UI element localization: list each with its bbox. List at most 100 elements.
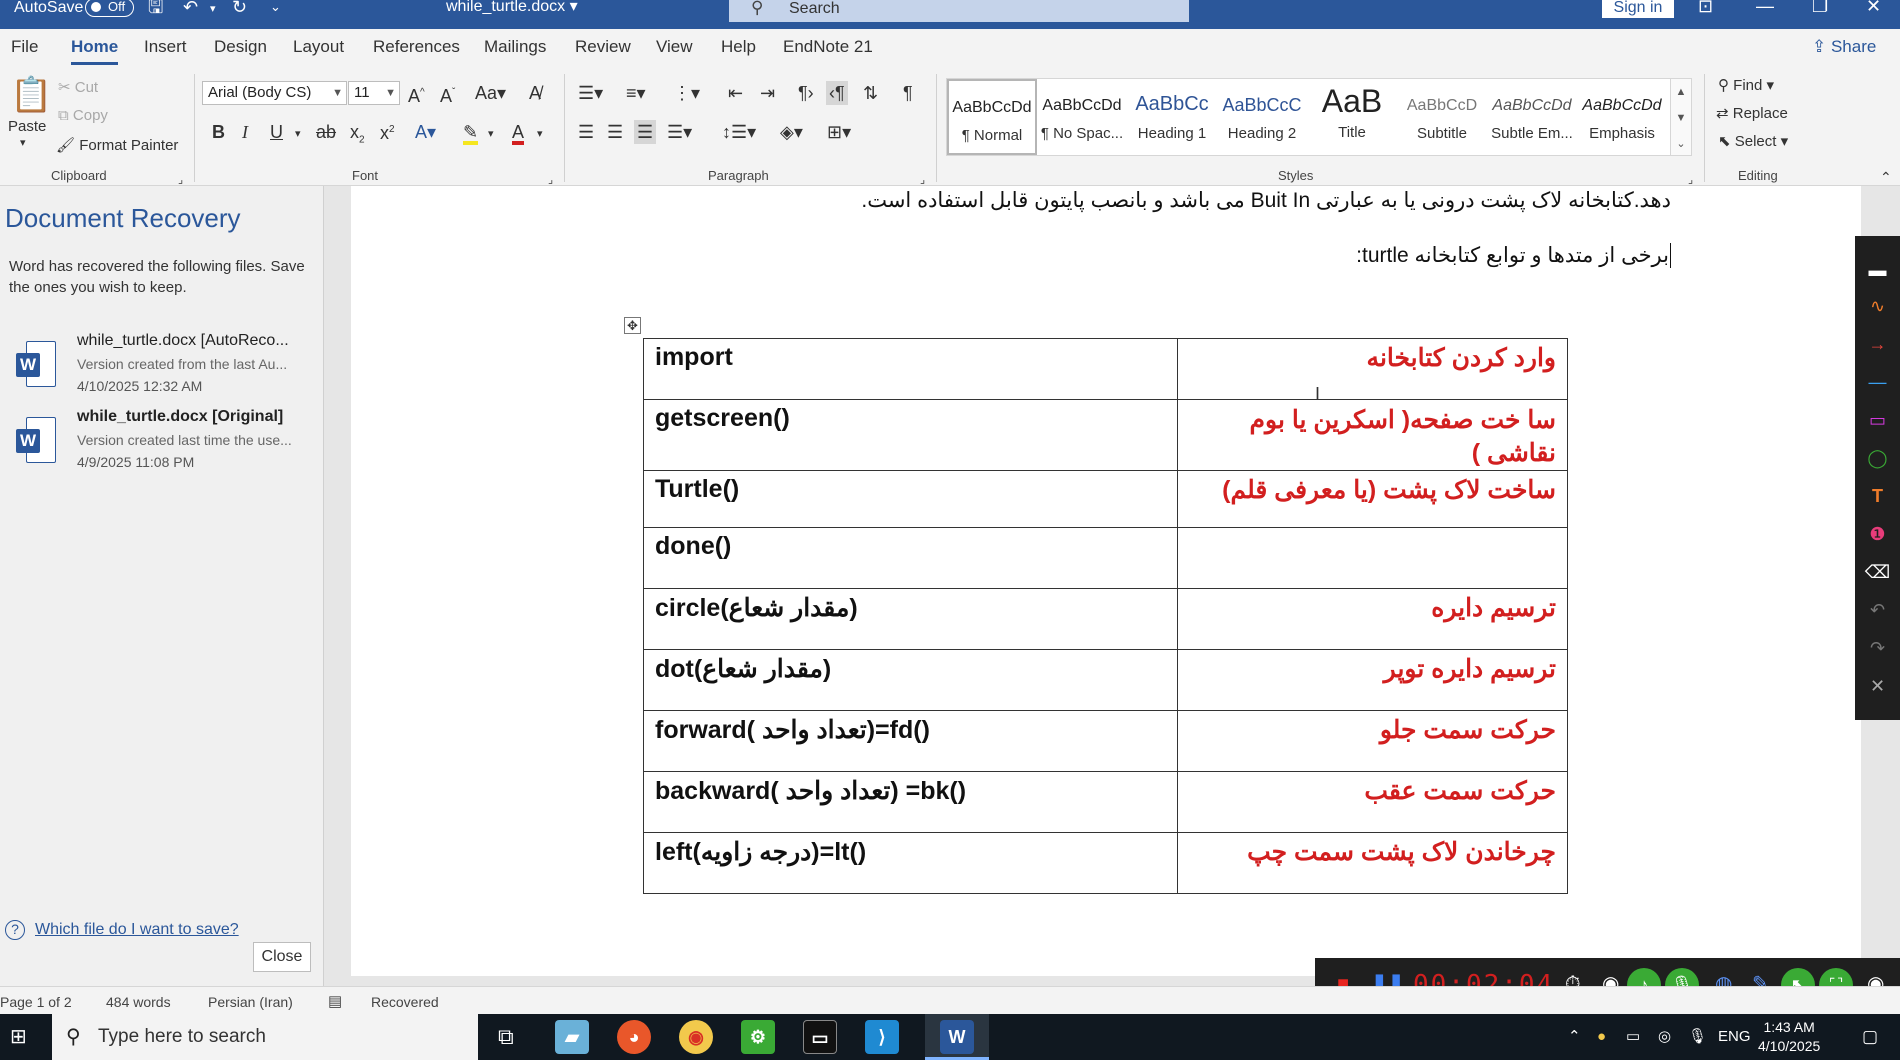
language-indicator[interactable]: Persian (Iran) [208,994,293,1010]
bold-icon[interactable]: B [212,123,225,141]
line-tool-icon[interactable]: — [1855,372,1900,392]
pen-icon[interactable]: ∿ [1855,296,1900,316]
number-tool-icon[interactable]: ❶ [1855,524,1900,544]
cut-button[interactable]: ✂ Cut [58,78,98,96]
borders-icon[interactable]: ⊞▾ [827,123,851,141]
highlight-icon[interactable]: ✎ [463,123,479,145]
show-formatting-icon[interactable]: ¶ [903,84,913,102]
tab-design[interactable]: Design [214,37,267,57]
font-family-select[interactable]: Arial (Body CS) ▼ [202,81,347,105]
tray-overflow-icon[interactable]: ⌃ [1568,1028,1581,1046]
ltr-direction-icon[interactable]: ¶› [798,84,814,102]
chrome-app-icon[interactable]: ◉ [679,1020,713,1054]
table-cell[interactable]: left(درجه زاویه)=lt() [643,832,1178,894]
paste-button[interactable]: Paste [8,118,46,135]
rtl-direction-icon[interactable]: ‹¶ [826,81,848,105]
redo-icon[interactable]: ↻ [232,0,247,16]
bullets-icon[interactable]: ☰▾ [578,84,603,102]
copy-button[interactable]: ⧉ Copy [58,107,108,124]
font-color-icon[interactable]: A [512,123,525,145]
tab-help[interactable]: Help [721,37,756,57]
tray-app-icon[interactable]: ● [1597,1028,1606,1046]
style-heading-1[interactable]: AaBbCc Heading 1 [1127,79,1217,155]
numbering-icon[interactable]: ≡▾ [626,84,646,102]
align-left-icon[interactable]: ☰ [578,123,594,141]
underline-icon[interactable]: U [270,123,283,141]
style-heading-2[interactable]: AaBbCcC Heading 2 [1217,79,1307,155]
table-cell[interactable]: حرکت سمت جلو [1177,710,1568,772]
change-case-icon[interactable]: Aa▾ [475,84,506,102]
text-tool-icon[interactable]: T [1855,486,1900,506]
sort-icon[interactable]: ⇅ [863,84,878,102]
table-cell[interactable]: چرخاندن لاک پشت سمت چپ [1177,832,1568,894]
table-cell[interactable]: حرکت سمت عقب [1177,771,1568,833]
table-cell[interactable]: ترسیم دایره توپر [1177,649,1568,711]
close-button[interactable]: Close [253,942,311,972]
windows-start-icon[interactable]: ⊞ [10,1023,27,1051]
battery-icon[interactable]: ▭ [1626,1028,1640,1046]
redo-annotation-icon[interactable]: ↷ [1855,638,1900,658]
styles-scroll[interactable]: ▲ ▼ ⌄ [1670,78,1692,156]
table-cell[interactable]: ساخت لاک پشت (یا معرفی قلم) [1177,470,1568,528]
italic-icon[interactable]: I [242,123,248,141]
table-cell[interactable]: done() [643,527,1178,589]
font-color-dropdown-icon[interactable]: ▾ [537,125,543,143]
restore-icon[interactable]: ❐ [1812,0,1828,15]
find-button[interactable]: ⚲ Find ▾ [1718,76,1774,94]
select-button[interactable]: ⬉ Select ▾ [1718,132,1788,150]
minimize-icon[interactable]: — [1756,0,1774,15]
ribbon-display-icon[interactable]: ⊡ [1698,0,1713,15]
tab-view[interactable]: View [656,37,693,57]
taskbar-search[interactable]: ⚲ Type here to search [52,1014,478,1060]
shading-icon[interactable]: ◈▾ [780,123,803,141]
table-cell[interactable]: forward( تعداد واحد)=fd() [643,710,1178,772]
terminal-app-icon[interactable]: ▭ [803,1020,837,1054]
style-subtle-emphasis[interactable]: AaBbCcDd Subtle Em... [1487,79,1577,155]
paste-dropdown-icon[interactable]: ▾ [20,136,26,149]
close-annotation-icon[interactable]: ✕ [1855,676,1900,696]
line-spacing-icon[interactable]: ↕☰▾ [722,123,756,141]
tab-file[interactable]: File [11,37,38,57]
tab-review[interactable]: Review [575,37,631,57]
tab-endnote[interactable]: EndNote 21 [783,37,873,57]
notifications-icon[interactable]: ▢ [1862,1028,1878,1046]
tab-references[interactable]: References [373,37,460,57]
anaconda-app-icon[interactable]: ⚙ [741,1020,775,1054]
save-icon[interactable]: 🖫 [148,0,163,16]
style-subtitle[interactable]: AaBbCcD Subtitle [1397,79,1487,155]
recovered-file-autorecover[interactable]: W while_turtle.docx [AutoReco... Version… [16,332,316,400]
recovered-file-original[interactable]: W while_turtle.docx [Original] Version c… [16,408,316,476]
highlight-dropdown-icon[interactable]: ▾ [488,125,494,143]
align-center-icon[interactable]: ☰ [607,123,623,141]
replace-button[interactable]: ⇄ Replace [1716,104,1788,122]
justify-icon[interactable]: ☰▾ [667,123,692,141]
increase-indent-icon[interactable]: ⇥ [760,84,775,102]
table-cell[interactable]: Turtle() [643,470,1178,528]
page-count[interactable]: Page 1 of 2 [0,994,72,1010]
decrease-indent-icon[interactable]: ⇤ [728,84,743,102]
superscript-icon[interactable]: x2 [380,121,395,142]
firefox-app-icon[interactable]: ◕ [617,1020,651,1054]
customize-toolbar-icon[interactable]: ⌄ [270,0,281,16]
undo-annotation-icon[interactable]: ↶ [1855,600,1900,620]
table-cell[interactable]: ترسیم دایره [1177,588,1568,650]
undo-dropdown-icon[interactable]: ▾ [210,0,216,18]
autosave-toggle[interactable]: Off [85,0,134,17]
style-no-spacing[interactable]: AaBbCcDd ¶ No Spac... [1037,79,1127,155]
table-cell[interactable]: وارد کردن کتابخانه [1177,338,1568,400]
track-changes-icon[interactable]: ▤ [328,992,342,1010]
vscode-app-icon[interactable]: ⟩ [865,1020,899,1054]
tab-home[interactable]: Home [71,37,119,65]
clear-formatting-icon[interactable]: A̸ [529,84,541,102]
align-right-icon[interactable]: ☰ [634,120,657,144]
style-title[interactable]: AaB Title [1307,79,1397,155]
help-link[interactable]: ? Which file do I want to save? [5,920,239,940]
file-manager-app-icon[interactable]: ▰ [555,1020,589,1054]
table-move-handle-icon[interactable]: ✥ [624,317,641,334]
share-button[interactable]: ⇪ Share [1812,37,1876,57]
underline-dropdown-icon[interactable]: ▾ [295,125,301,143]
task-view-icon[interactable]: ⧉ [498,1023,514,1051]
word-count[interactable]: 484 words [106,994,171,1010]
undo-icon[interactable]: ↶ [183,0,198,16]
microphone-tray-icon[interactable]: 🎙 [1688,1028,1707,1046]
